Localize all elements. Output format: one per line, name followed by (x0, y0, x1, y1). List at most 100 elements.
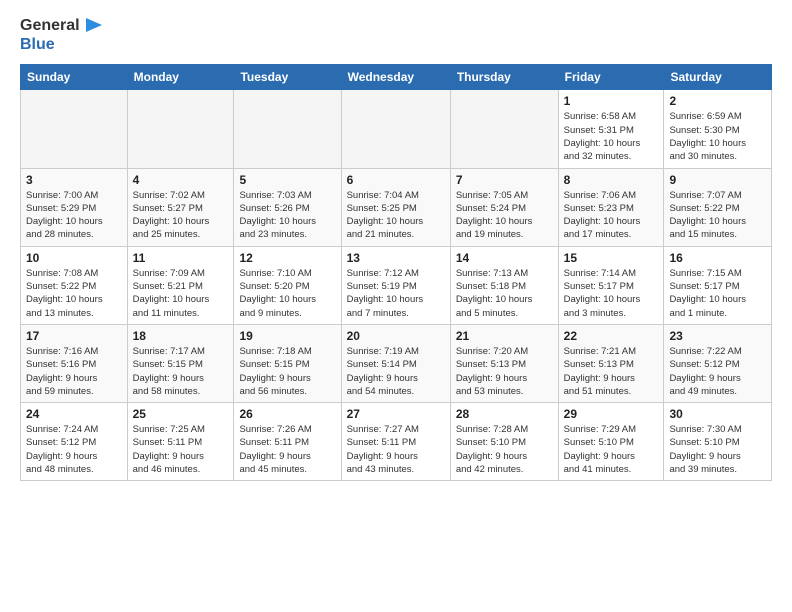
day-info: Sunrise: 7:16 AM Sunset: 5:16 PM Dayligh… (26, 345, 122, 398)
day-cell: 4 Sunrise: 7:02 AM Sunset: 5:27 PM Daylig… (127, 168, 234, 246)
day-cell: 13 Sunrise: 7:12 AM Sunset: 5:19 PM Dayli… (341, 246, 450, 324)
page: General Blue SundayMondayTuesdayWednesda… (0, 0, 792, 497)
weekday-tuesday: Tuesday (234, 65, 341, 90)
day-info: Sunrise: 7:19 AM Sunset: 5:14 PM Dayligh… (347, 345, 445, 398)
day-number: 2 (669, 94, 766, 108)
day-info: Sunrise: 7:04 AM Sunset: 5:25 PM Dayligh… (347, 189, 445, 242)
day-cell: 11 Sunrise: 7:09 AM Sunset: 5:21 PM Dayli… (127, 246, 234, 324)
weekday-friday: Friday (558, 65, 664, 90)
day-cell: 6 Sunrise: 7:04 AM Sunset: 5:25 PM Daylig… (341, 168, 450, 246)
day-info: Sunrise: 7:24 AM Sunset: 5:12 PM Dayligh… (26, 423, 122, 476)
day-number: 7 (456, 173, 553, 187)
day-number: 24 (26, 407, 122, 421)
day-number: 8 (564, 173, 659, 187)
logo: General Blue (20, 16, 104, 54)
day-info: Sunrise: 7:09 AM Sunset: 5:21 PM Dayligh… (133, 267, 229, 320)
day-cell: 5Sunrise: 7:03 AM Sunset: 5:26 PM Daylig… (234, 168, 341, 246)
day-number: 29 (564, 407, 659, 421)
day-info: Sunrise: 7:18 AM Sunset: 5:15 PM Dayligh… (239, 345, 335, 398)
day-cell: 3Sunrise: 7:00 AM Sunset: 5:29 PM Daylig… (21, 168, 128, 246)
day-number: 22 (564, 329, 659, 343)
day-info: Sunrise: 7:12 AM Sunset: 5:19 PM Dayligh… (347, 267, 445, 320)
day-number: 30 (669, 407, 766, 421)
day-number: 27 (347, 407, 445, 421)
day-info: Sunrise: 7:17 AM Sunset: 5:15 PM Dayligh… (133, 345, 229, 398)
day-cell: 15Sunrise: 7:14 AM Sunset: 5:17 PM Dayli… (558, 246, 664, 324)
day-cell: 1 Sunrise: 6:58 AM Sunset: 5:31 PM Daylig… (558, 90, 664, 168)
day-cell: 24 Sunrise: 7:24 AM Sunset: 5:12 PM Dayli… (21, 403, 128, 481)
day-info: Sunrise: 7:27 AM Sunset: 5:11 PM Dayligh… (347, 423, 445, 476)
day-cell: 22 Sunrise: 7:21 AM Sunset: 5:13 PM Dayli… (558, 324, 664, 402)
week-row-2: 3Sunrise: 7:00 AM Sunset: 5:29 PM Daylig… (21, 168, 772, 246)
weekday-sunday: Sunday (21, 65, 128, 90)
day-number: 15 (564, 251, 659, 265)
day-info: Sunrise: 7:28 AM Sunset: 5:10 PM Dayligh… (456, 423, 553, 476)
day-number: 3 (26, 173, 122, 187)
day-number: 10 (26, 251, 122, 265)
day-info: Sunrise: 7:05 AM Sunset: 5:24 PM Dayligh… (456, 189, 553, 242)
day-cell (21, 90, 128, 168)
day-cell: 9 Sunrise: 7:07 AM Sunset: 5:22 PM Daylig… (664, 168, 772, 246)
day-number: 25 (133, 407, 229, 421)
day-number: 12 (239, 251, 335, 265)
day-info: Sunrise: 7:10 AM Sunset: 5:20 PM Dayligh… (239, 267, 335, 320)
day-cell: 30Sunrise: 7:30 AM Sunset: 5:10 PM Dayli… (664, 403, 772, 481)
day-info: Sunrise: 7:13 AM Sunset: 5:18 PM Dayligh… (456, 267, 553, 320)
general-text: General (20, 17, 80, 35)
day-cell (127, 90, 234, 168)
day-cell: 20 Sunrise: 7:19 AM Sunset: 5:14 PM Dayli… (341, 324, 450, 402)
week-row-5: 24 Sunrise: 7:24 AM Sunset: 5:12 PM Dayli… (21, 403, 772, 481)
day-cell: 10 Sunrise: 7:08 AM Sunset: 5:22 PM Dayli… (21, 246, 128, 324)
day-cell: 8 Sunrise: 7:06 AM Sunset: 5:23 PM Daylig… (558, 168, 664, 246)
day-info: Sunrise: 7:21 AM Sunset: 5:13 PM Dayligh… (564, 345, 659, 398)
day-number: 16 (669, 251, 766, 265)
day-cell: 16 Sunrise: 7:15 AM Sunset: 5:17 PM Dayli… (664, 246, 772, 324)
day-number: 1 (564, 94, 659, 108)
day-cell (341, 90, 450, 168)
day-number: 6 (347, 173, 445, 187)
day-info: Sunrise: 7:20 AM Sunset: 5:13 PM Dayligh… (456, 345, 553, 398)
day-number: 18 (133, 329, 229, 343)
day-info: Sunrise: 7:29 AM Sunset: 5:10 PM Dayligh… (564, 423, 659, 476)
day-info: Sunrise: 6:59 AM Sunset: 5:30 PM Dayligh… (669, 110, 766, 163)
day-cell: 12 Sunrise: 7:10 AM Sunset: 5:20 PM Dayli… (234, 246, 341, 324)
day-cell: 29 Sunrise: 7:29 AM Sunset: 5:10 PM Dayli… (558, 403, 664, 481)
blue-text: Blue (20, 36, 104, 54)
day-number: 21 (456, 329, 553, 343)
day-info: Sunrise: 7:15 AM Sunset: 5:17 PM Dayligh… (669, 267, 766, 320)
day-info: Sunrise: 6:58 AM Sunset: 5:31 PM Dayligh… (564, 110, 659, 163)
logo-triangle-icon (82, 14, 104, 36)
day-number: 9 (669, 173, 766, 187)
header: General Blue (20, 16, 772, 54)
day-number: 13 (347, 251, 445, 265)
day-number: 14 (456, 251, 553, 265)
day-cell: 28Sunrise: 7:28 AM Sunset: 5:10 PM Dayli… (450, 403, 558, 481)
day-cell: 19 Sunrise: 7:18 AM Sunset: 5:15 PM Dayli… (234, 324, 341, 402)
weekday-header-row: SundayMondayTuesdayWednesdayThursdayFrid… (21, 65, 772, 90)
day-info: Sunrise: 7:02 AM Sunset: 5:27 PM Dayligh… (133, 189, 229, 242)
day-number: 23 (669, 329, 766, 343)
day-cell: 21 Sunrise: 7:20 AM Sunset: 5:13 PM Dayli… (450, 324, 558, 402)
weekday-monday: Monday (127, 65, 234, 90)
day-info: Sunrise: 7:26 AM Sunset: 5:11 PM Dayligh… (239, 423, 335, 476)
day-info: Sunrise: 7:08 AM Sunset: 5:22 PM Dayligh… (26, 267, 122, 320)
calendar: SundayMondayTuesdayWednesdayThursdayFrid… (20, 64, 772, 481)
day-number: 20 (347, 329, 445, 343)
weekday-saturday: Saturday (664, 65, 772, 90)
day-number: 11 (133, 251, 229, 265)
day-number: 4 (133, 173, 229, 187)
day-cell: 14 Sunrise: 7:13 AM Sunset: 5:18 PM Dayli… (450, 246, 558, 324)
day-cell (234, 90, 341, 168)
day-cell: 7 Sunrise: 7:05 AM Sunset: 5:24 PM Daylig… (450, 168, 558, 246)
day-cell: 25 Sunrise: 7:25 AM Sunset: 5:11 PM Dayli… (127, 403, 234, 481)
day-info: Sunrise: 7:06 AM Sunset: 5:23 PM Dayligh… (564, 189, 659, 242)
day-info: Sunrise: 7:25 AM Sunset: 5:11 PM Dayligh… (133, 423, 229, 476)
logo-text: General Blue (20, 16, 104, 54)
day-cell: 23Sunrise: 7:22 AM Sunset: 5:12 PM Dayli… (664, 324, 772, 402)
day-info: Sunrise: 7:07 AM Sunset: 5:22 PM Dayligh… (669, 189, 766, 242)
day-number: 19 (239, 329, 335, 343)
day-cell: 27 Sunrise: 7:27 AM Sunset: 5:11 PM Dayli… (341, 403, 450, 481)
day-cell: 18 Sunrise: 7:17 AM Sunset: 5:15 PM Dayli… (127, 324, 234, 402)
day-cell (450, 90, 558, 168)
weekday-wednesday: Wednesday (341, 65, 450, 90)
